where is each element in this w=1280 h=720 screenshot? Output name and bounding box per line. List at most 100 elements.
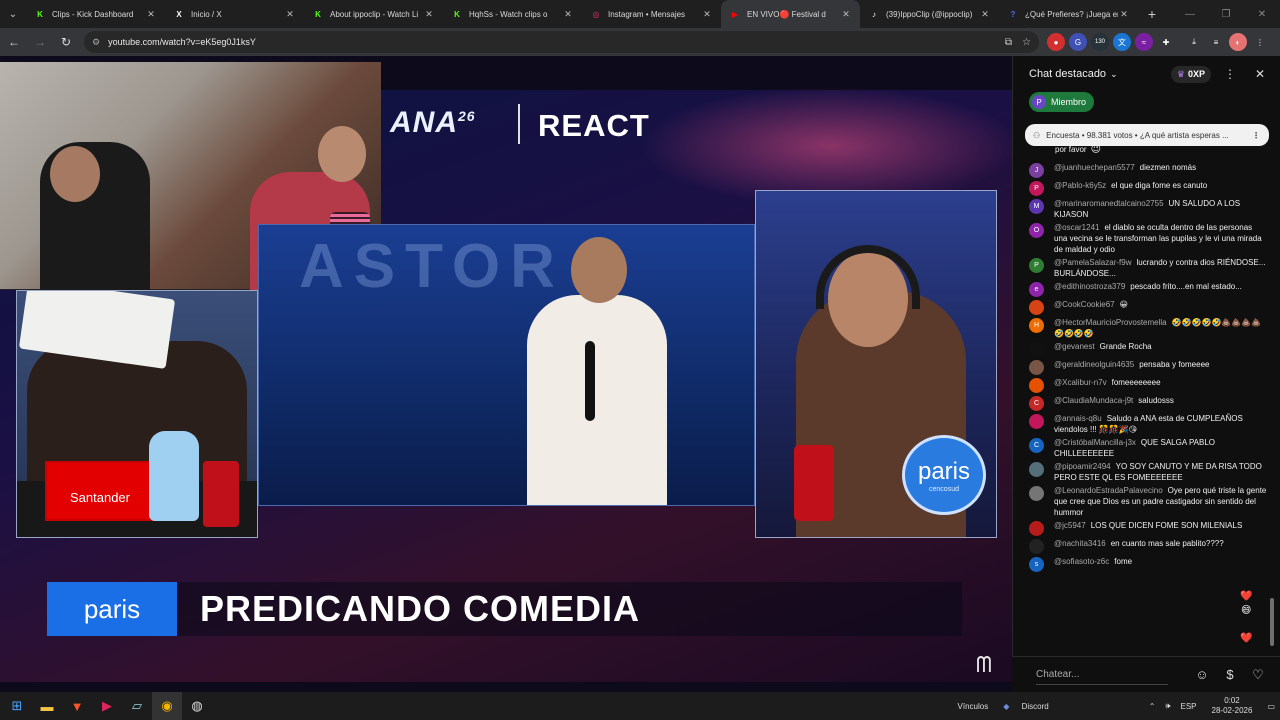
chat-avatar[interactable]: C	[1029, 438, 1044, 453]
chat-avatar[interactable]	[1029, 360, 1044, 375]
tray-chevron-icon[interactable]: ⌃	[1149, 702, 1156, 711]
notifications-icon[interactable]: ▭	[1267, 702, 1275, 711]
url-text[interactable]: youtube.com/watch?v=eK5eg0J1ksY	[108, 37, 995, 47]
language-indicator[interactable]: ESP	[1181, 702, 1197, 711]
chat-username[interactable]: @pipoamir2494	[1054, 462, 1111, 471]
chat-username[interactable]: @Pablo-k6y5z	[1054, 181, 1106, 190]
browser-tab[interactable]: X Inicio / X ✕	[165, 0, 304, 28]
tab-close-icon[interactable]: ✕	[1118, 9, 1130, 20]
chat-message[interactable]: @geraldineolguin4635 pensaba y fomeeee	[1013, 359, 1280, 375]
browser-tab[interactable]: ? ¿Qué Prefieres? ¡Juega en ✕	[999, 0, 1138, 28]
chat-username[interactable]: @HectorMauricioProvostemella	[1054, 318, 1167, 327]
browser-tab[interactable]: K Clips - Kick Dashboard ✕	[26, 0, 165, 28]
media-player-icon[interactable]: ▶	[92, 692, 122, 720]
chat-avatar[interactable]: s	[1029, 557, 1044, 572]
chat-message[interactable]: s @sofiasoto-z6c fome	[1013, 556, 1280, 572]
tab-search-chevron-icon[interactable]: ⌄	[0, 0, 26, 28]
chat-avatar[interactable]: J	[1029, 163, 1044, 178]
chat-avatar[interactable]: H	[1029, 318, 1044, 333]
chat-username[interactable]: @ClaudiaMundaca-j9t	[1054, 396, 1133, 405]
chat-message[interactable]: P @PamelaSalazar-f9w lucrando y contra dio…	[1013, 257, 1280, 279]
obs-icon[interactable]: ◍	[182, 692, 212, 720]
chat-username[interactable]: @edithinostroza379	[1054, 282, 1125, 291]
chat-message[interactable]: J @juanhuechepan5577 diezmen nomás	[1013, 162, 1280, 178]
browser-menu-icon[interactable]: ⋮	[1251, 33, 1269, 51]
extension-purple-icon[interactable]: ≈	[1135, 33, 1153, 51]
browser-tab[interactable]: ▶ EN VIVO🔴 Festival d ✕	[721, 0, 860, 28]
chat-message[interactable]: H @HectorMauricioProvostemella 🤣🤣🤣🤣🤣💩💩💩💩🤣🤣…	[1013, 317, 1280, 339]
tab-close-icon[interactable]: ✕	[284, 9, 296, 20]
chat-avatar[interactable]	[1029, 521, 1044, 536]
extensions-puzzle-icon[interactable]: ✚	[1157, 33, 1175, 51]
new-tab-button[interactable]: +	[1138, 0, 1166, 28]
tab-close-icon[interactable]: ✕	[840, 9, 852, 20]
chat-message[interactable]: @Xcalibur-n7v fomeeeeeeee	[1013, 377, 1280, 393]
heart-reaction-icon[interactable]: ♡	[1248, 663, 1268, 687]
chat-message[interactable]: @annais-q8u Saludo a ANA esta de CUMPLEAÑ…	[1013, 413, 1280, 435]
download-icon[interactable]: ⤓	[1185, 33, 1203, 51]
tab-close-icon[interactable]: ✕	[423, 9, 435, 20]
tab-close-icon[interactable]: ✕	[145, 9, 157, 20]
chrome-icon[interactable]: ◉	[152, 692, 182, 720]
chat-username[interactable]: @CookCookie67	[1054, 300, 1115, 309]
chat-username[interactable]: @annais-q8u	[1054, 414, 1102, 423]
extension-translate-icon[interactable]: 文	[1113, 33, 1131, 51]
install-app-icon[interactable]: ⧉	[1005, 37, 1012, 48]
chat-avatar[interactable]	[1029, 342, 1044, 357]
poll-banner[interactable]: ⚇ Encuesta • 98.381 votos • ¿A qué artis…	[1025, 124, 1269, 146]
notes-app-icon[interactable]: ▱	[122, 692, 152, 720]
chat-avatar[interactable]: e	[1029, 282, 1044, 297]
browser-tab[interactable]: K About ippoclip - Watch Li ✕	[304, 0, 443, 28]
chat-message[interactable]: @jc5947 LOS QUE DICEN FOME SON MILENIALS	[1013, 520, 1280, 536]
chat-username[interactable]: @juanhuechepan5577	[1054, 163, 1135, 172]
chat-username[interactable]: @jc5947	[1054, 521, 1086, 530]
back-icon[interactable]: ←	[2, 30, 26, 54]
chat-avatar[interactable]: M	[1029, 199, 1044, 214]
browser-tab[interactable]: ◎ Instagram • Mensajes ✕	[582, 0, 721, 28]
chat-avatar[interactable]: P	[1029, 181, 1044, 196]
browser-tab[interactable]: K HqhSs - Watch clips o ✕	[443, 0, 582, 28]
xp-badge[interactable]: ♛ 0XP	[1170, 65, 1211, 83]
chat-input[interactable]	[1036, 664, 1168, 685]
chat-message[interactable]: M @marinaromanedtalcaino2755 UN SALUDO A L…	[1013, 198, 1280, 220]
emoji-picker-icon[interactable]: ☺	[1192, 663, 1212, 687]
chat-username[interactable]: @oscar1241	[1054, 223, 1099, 232]
forward-icon[interactable]: →	[28, 30, 52, 54]
extension-blue-icon[interactable]: G	[1069, 33, 1087, 51]
chat-message[interactable]: @nachita3416 en cuanto mas sale pablito??…	[1013, 538, 1280, 554]
member-chip[interactable]: P Miembro	[1029, 92, 1095, 112]
file-explorer-icon[interactable]: ▬	[32, 692, 62, 720]
chat-username[interactable]: @PamelaSalazar-f9w	[1054, 258, 1131, 267]
reload-icon[interactable]: ↻	[54, 30, 78, 54]
poll-more-icon[interactable]: ⋮	[1251, 131, 1261, 140]
bookmark-star-icon[interactable]: ☆	[1022, 37, 1031, 48]
profile-avatar[interactable]: ◐	[1229, 33, 1247, 51]
chat-avatar[interactable]	[1029, 486, 1044, 501]
chat-username[interactable]: @marinaromanedtalcaino2755	[1054, 199, 1164, 208]
chat-avatar[interactable]	[1029, 414, 1044, 429]
chat-message[interactable]: @gevanest Grande Rocha	[1013, 341, 1280, 357]
chat-message[interactable]: e @edithinostroza379 pescado frito....en m…	[1013, 281, 1280, 297]
browser-tab[interactable]: ♪ (39)IppoClip (@ippoclip) ✕	[860, 0, 999, 28]
chat-more-icon[interactable]: ⋮	[1219, 67, 1241, 81]
chat-username[interactable]: @sofiasoto-z6c	[1054, 557, 1109, 566]
super-chat-icon[interactable]: $	[1220, 663, 1240, 687]
maximize-icon[interactable]: ❐	[1208, 0, 1244, 28]
chat-avatar[interactable]: O	[1029, 223, 1044, 238]
chat-username[interactable]: @LeonardoEstradaPalavecino	[1054, 486, 1163, 495]
chat-avatar[interactable]	[1029, 300, 1044, 315]
chat-message[interactable]: @CookCookie67 😀	[1013, 299, 1280, 315]
chat-username[interactable]: @nachita3416	[1054, 539, 1106, 548]
chat-scrollbar[interactable]	[1270, 598, 1274, 646]
chat-avatar[interactable]	[1029, 462, 1044, 477]
chat-message[interactable]: P @Pablo-k6y5z el que diga fome es canuto	[1013, 180, 1280, 196]
chat-message[interactable]: C @ClaudiaMundaca-j9t saludosss	[1013, 395, 1280, 411]
chat-username[interactable]: @geraldineolguin4635	[1054, 360, 1134, 369]
chat-username[interactable]: @gevanest	[1054, 342, 1095, 351]
media-control-icon[interactable]: ≡	[1207, 33, 1225, 51]
close-window-icon[interactable]: ✕	[1244, 0, 1280, 28]
windows-start-icon[interactable]: ⊞	[2, 692, 32, 720]
chat-message[interactable]: @pipoamir2494 YO SOY CANUTO Y ME DA RISA …	[1013, 461, 1280, 483]
chat-message[interactable]: @LeonardoEstradaPalavecino Oye pero qué t…	[1013, 485, 1280, 518]
chat-avatar[interactable]: P	[1029, 258, 1044, 273]
